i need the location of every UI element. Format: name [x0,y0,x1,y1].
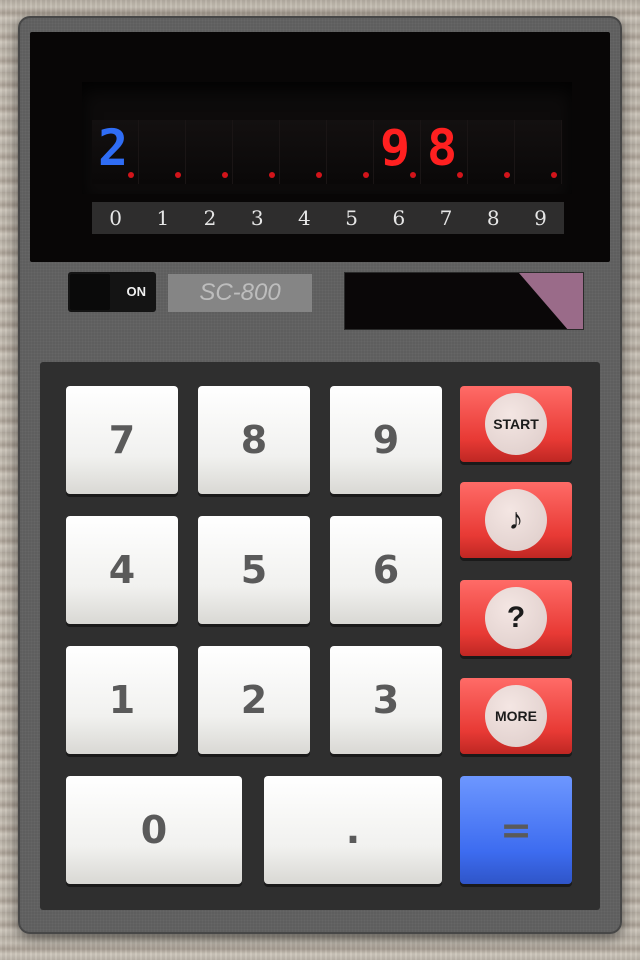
start-button-label: START [485,393,547,455]
key-8[interactable]: 8 [198,386,310,494]
index-label: 4 [298,206,311,230]
index-label: 6 [392,206,406,230]
key-6[interactable]: 6 [330,516,442,624]
calculator-body: 2 9 8 0 1 2 3 4 5 6 7 8 9 ON SC-800 7 8 … [18,16,622,934]
key-0[interactable]: 0 [66,776,242,884]
digit-cell-5 [327,120,374,184]
digit-cell-8 [468,120,515,184]
more-button[interactable]: MORE [460,678,572,754]
index-label: 0 [109,206,122,230]
solar-panel [344,272,584,330]
digit-index-row: 0 1 2 3 4 5 6 7 8 9 [92,202,564,234]
key-2[interactable]: 2 [198,646,310,754]
index-label: 9 [534,206,547,230]
key-5[interactable]: 5 [198,516,310,624]
index-label: 8 [486,206,500,230]
index-label: 1 [156,206,170,230]
key-3[interactable]: 3 [330,646,442,754]
keypad: 7 8 9 4 5 6 1 2 3 0 . START ♪ ? MORE = [40,362,600,910]
decimal-dot [175,172,181,178]
start-button[interactable]: START [460,386,572,462]
index-label: 2 [203,206,217,230]
help-button[interactable]: ? [460,580,572,656]
display-panel: 2 9 8 0 1 2 3 4 5 6 7 8 9 [30,32,610,262]
decimal-dot [269,172,275,178]
digit-cell-3 [233,120,280,184]
more-button-label: MORE [485,685,547,747]
index-label: 5 [345,206,358,230]
index-label: 7 [439,206,453,230]
digit-value [284,120,318,176]
digit-value: 9 [379,119,411,177]
music-note-icon: ♪ [485,489,547,551]
power-switch-label: ON [126,284,147,299]
model-name-plate: SC-800 [168,274,312,312]
digit-value: 8 [426,119,458,177]
led-display: 2 9 8 [82,82,572,194]
digit-value [190,120,224,176]
decimal-dot [504,172,510,178]
decimal-dot [128,172,134,178]
digit-value [237,120,271,176]
digit-cell-9 [515,120,562,184]
digit-cell-4 [280,120,327,184]
key-4[interactable]: 4 [66,516,178,624]
solar-panel-stripe [519,273,583,329]
question-mark-icon: ? [485,587,547,649]
key-9[interactable]: 9 [330,386,442,494]
index-label: 3 [250,206,264,230]
decimal-dot [222,172,228,178]
decimal-dot [363,172,369,178]
decimal-dot [457,172,463,178]
digit-value [143,120,177,176]
key-1[interactable]: 1 [66,646,178,754]
key-7[interactable]: 7 [66,386,178,494]
digits-row: 2 9 8 [92,120,562,184]
digit-cell-7: 8 [421,120,468,184]
digit-cell-0: 2 [92,120,139,184]
digit-value [472,120,506,176]
digit-value [519,120,553,176]
equals-button[interactable]: = [460,776,572,884]
decimal-dot [551,172,557,178]
switch-knob[interactable] [70,274,110,310]
decimal-dot [316,172,322,178]
digit-cell-1 [139,120,186,184]
digit-value [331,120,365,176]
power-switch[interactable]: ON [68,272,156,312]
music-button[interactable]: ♪ [460,482,572,558]
decimal-dot [410,172,416,178]
digit-cell-6: 9 [374,120,421,184]
key-decimal[interactable]: . [264,776,442,884]
digit-cell-2 [186,120,233,184]
digit-value: 2 [97,119,129,177]
